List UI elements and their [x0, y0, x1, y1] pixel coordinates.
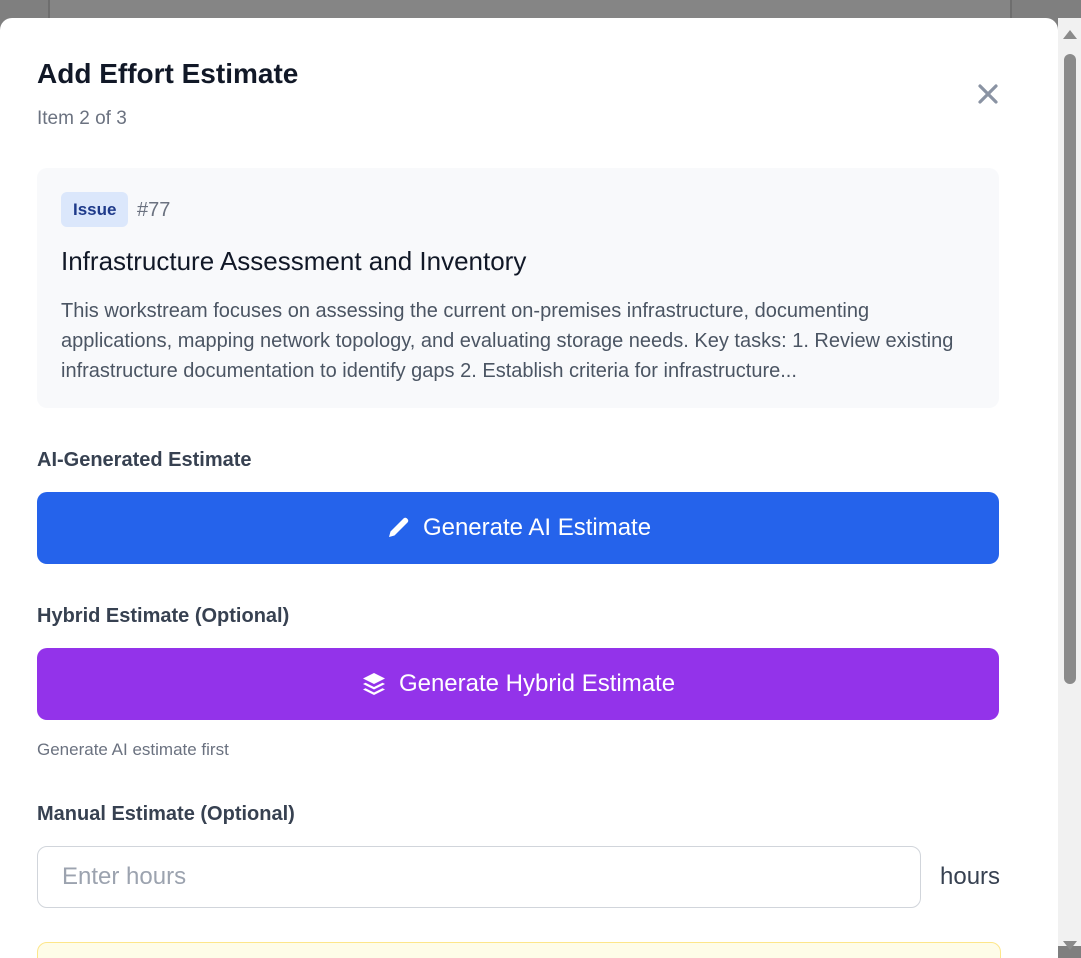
scrollbar-thumb[interactable] — [1064, 54, 1076, 684]
modal-scrollbar[interactable] — [1058, 18, 1081, 950]
generate-hybrid-estimate-button[interactable]: Generate Hybrid Estimate — [37, 648, 999, 720]
close-button[interactable] — [972, 78, 1004, 110]
hours-unit-label: hours — [940, 863, 1001, 890]
ai-estimate-label: AI-Generated Estimate — [37, 449, 252, 471]
hybrid-estimate-label: Hybrid Estimate (Optional) — [37, 605, 290, 627]
notice-box — [37, 942, 1001, 958]
backdrop-page — [48, 0, 1012, 18]
issue-card: Issue #77 Infrastructure Assessment and … — [37, 168, 999, 408]
generate-ai-estimate-label: Generate AI Estimate — [422, 514, 652, 541]
issue-description: This workstream focuses on assessing the… — [61, 300, 954, 382]
generate-hybrid-estimate-label: Generate Hybrid Estimate — [398, 670, 676, 697]
close-icon — [978, 84, 998, 104]
issue-number: #77 — [137, 199, 171, 221]
modal-subtitle: Item 2 of 3 — [37, 108, 127, 129]
hours-input[interactable] — [37, 846, 921, 908]
pencil-icon — [388, 517, 409, 537]
manual-estimate-label: Manual Estimate (Optional) — [37, 803, 295, 825]
issue-type-badge: Issue — [61, 192, 129, 227]
issue-title: Infrastructure Assessment and Inventory — [61, 246, 527, 276]
hybrid-helper-text: Generate AI estimate first — [37, 740, 229, 759]
generate-ai-estimate-button[interactable]: Generate AI Estimate — [37, 492, 999, 564]
effort-estimate-modal: Add Effort Estimate Item 2 of 3 Issue #7… — [0, 18, 1058, 958]
modal-title: Add Effort Estimate — [37, 58, 299, 89]
layers-icon — [362, 673, 385, 695]
scroll-up-arrow-icon[interactable] — [1063, 30, 1077, 39]
